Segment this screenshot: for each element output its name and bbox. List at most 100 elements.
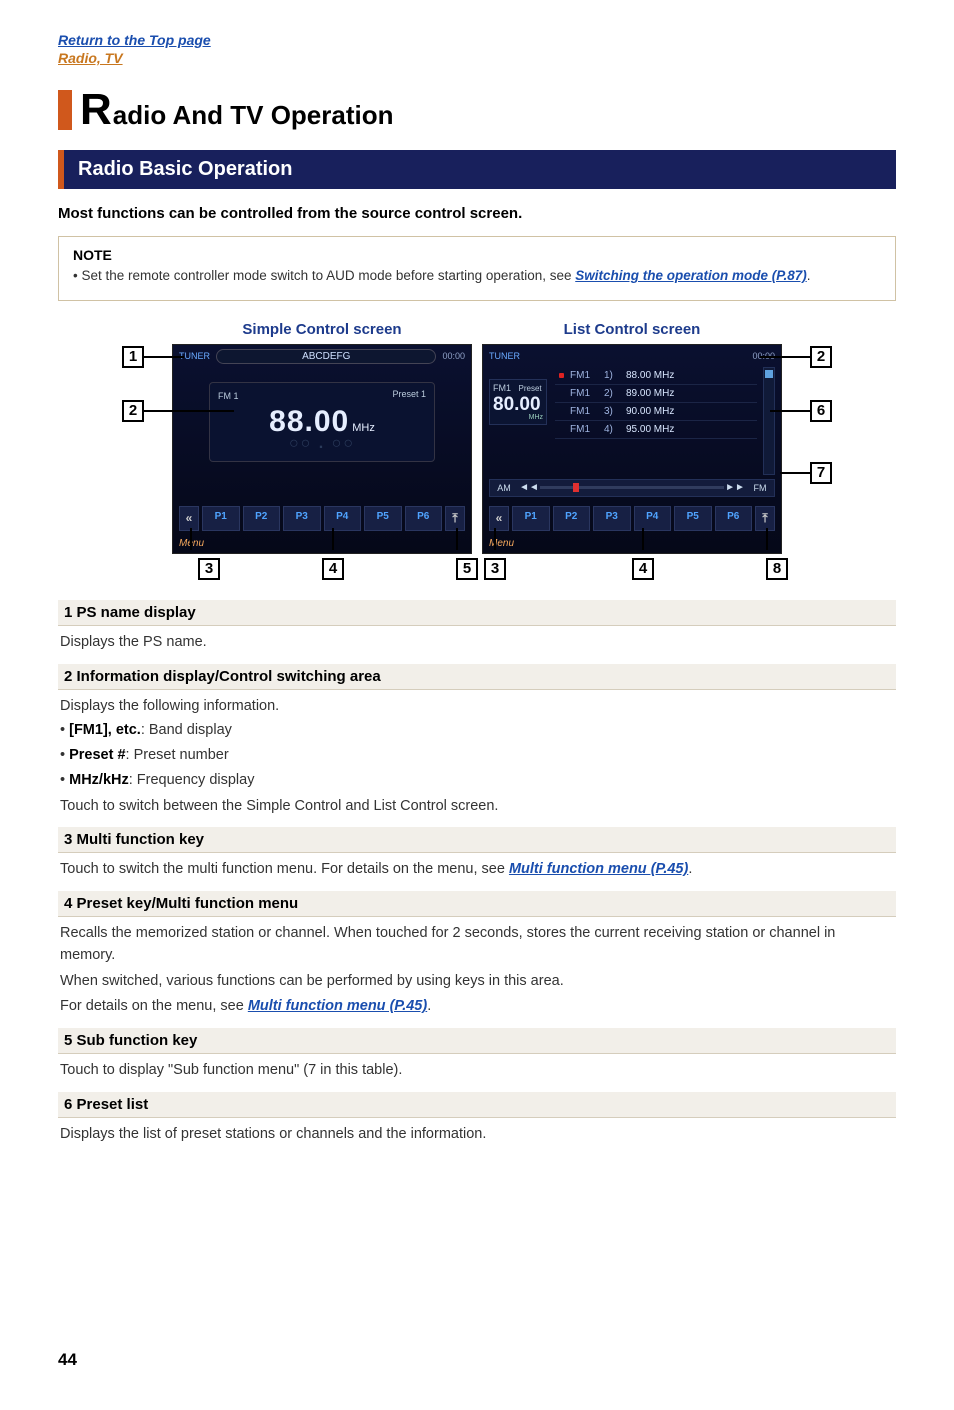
callout-line bbox=[642, 528, 644, 550]
multi-function-key-left[interactable]: « bbox=[179, 506, 199, 531]
title-accent-bar bbox=[58, 90, 72, 130]
preset-key[interactable]: P4 bbox=[324, 506, 362, 531]
list-item[interactable]: FM11)88.00 MHz bbox=[555, 367, 757, 385]
seek-prev-icon[interactable]: ◄◄ bbox=[518, 482, 540, 493]
slider-knob[interactable] bbox=[573, 483, 579, 492]
freq-small: 80.00 bbox=[493, 395, 543, 414]
i2-line1: Displays the following information. bbox=[60, 696, 894, 718]
preset-key[interactable]: P1 bbox=[512, 506, 550, 531]
item-head-4: 4 Preset key/Multi function menu bbox=[58, 891, 896, 917]
item-body-4: Recalls the memorized station or channel… bbox=[58, 917, 896, 1022]
note-link[interactable]: Switching the operation mode (P.87) bbox=[575, 268, 807, 283]
i4-line1: Recalls the memorized station or channel… bbox=[60, 923, 894, 967]
clock: 00:00 bbox=[442, 351, 465, 361]
page-title: R adio And TV Operation bbox=[58, 88, 896, 132]
callout-2a: 2 bbox=[122, 400, 144, 422]
callout-line bbox=[494, 528, 496, 550]
sub-function-key[interactable]: ⤒ bbox=[755, 506, 775, 531]
scrollbar[interactable] bbox=[763, 367, 775, 475]
info-small-panel[interactable]: FM1 Preset 80.00 MHz bbox=[489, 379, 547, 425]
item-body-2: Displays the following information. • [F… bbox=[58, 690, 896, 822]
simple-topbar: TUNER ABCDEFG 00:00 bbox=[173, 345, 471, 368]
preset-key[interactable]: P5 bbox=[674, 506, 712, 531]
i2-line2: Touch to switch between the Simple Contr… bbox=[60, 796, 894, 818]
preset-key[interactable]: P5 bbox=[364, 506, 402, 531]
list-item[interactable]: FM14)95.00 MHz bbox=[555, 421, 757, 439]
section-header: Radio Basic Operation bbox=[58, 150, 896, 189]
active-dot-icon bbox=[559, 373, 564, 378]
callout-7: 7 bbox=[810, 462, 832, 484]
menu-button[interactable]: Menu bbox=[489, 538, 514, 549]
item-body-5: Touch to display "Sub function menu" (7 … bbox=[58, 1054, 896, 1086]
note-title: NOTE bbox=[73, 247, 881, 263]
list-screen: TUNER ABCDEFG 00:00 FM1 Preset 80.00 MHz… bbox=[482, 344, 782, 554]
callout-8: 8 bbox=[766, 558, 788, 580]
i2-bullet-1: • [FM1], etc.: Band display bbox=[60, 720, 894, 742]
preset-key[interactable]: P3 bbox=[283, 506, 321, 531]
info-panel[interactable]: FM 1 Preset 1 88.00 MHz ○○ . ○○ bbox=[209, 382, 435, 462]
am-button[interactable]: AM bbox=[490, 483, 518, 493]
i3-link[interactable]: Multi function menu (P.45) bbox=[509, 861, 688, 877]
callout-3a: 3 bbox=[198, 558, 220, 580]
item-head-6: 6 Preset list bbox=[58, 1092, 896, 1118]
preset-list: FM11)88.00 MHz FM12)89.00 MHz FM13)90.00… bbox=[555, 367, 757, 439]
preset-key[interactable]: P2 bbox=[243, 506, 281, 531]
callout-line bbox=[766, 528, 768, 550]
item-head-3: 3 Multi function key bbox=[58, 827, 896, 853]
list-screen-wrap: 2 6 7 TUNER ABCDEFG 00:00 FM1 Preset 80.… bbox=[482, 344, 782, 554]
i3-text: Touch to switch the multi function menu.… bbox=[60, 861, 509, 877]
multi-function-key-left[interactable]: « bbox=[489, 506, 509, 531]
note-body: • Set the remote controller mode switch … bbox=[73, 267, 881, 286]
band-small: FM1 Preset bbox=[493, 383, 543, 393]
callout-line bbox=[760, 356, 810, 358]
item-body-3: Touch to switch the multi function menu.… bbox=[58, 853, 896, 885]
list-item[interactable]: FM13)90.00 MHz bbox=[555, 403, 757, 421]
preset-key[interactable]: P4 bbox=[634, 506, 672, 531]
callout-line bbox=[144, 410, 234, 412]
note-text: • Set the remote controller mode switch … bbox=[73, 268, 575, 283]
list-topbar: TUNER ABCDEFG 00:00 bbox=[483, 345, 781, 368]
item-body-6: Displays the list of preset stations or … bbox=[58, 1118, 896, 1150]
frequency-value: 88.00 bbox=[269, 405, 349, 439]
preset-key[interactable]: P6 bbox=[715, 506, 753, 531]
preset-key[interactable]: P3 bbox=[593, 506, 631, 531]
callout-4b: 4 bbox=[632, 558, 654, 580]
tune-slider[interactable] bbox=[540, 486, 724, 489]
intro-line: Most functions can be controlled from th… bbox=[58, 205, 896, 222]
return-link[interactable]: Return to the Top page bbox=[58, 32, 896, 48]
simple-screen-label: Simple Control screen bbox=[242, 321, 401, 338]
screens-row: Simple Control screen 1 2 TUNER ABCDEFG … bbox=[58, 321, 896, 554]
simple-screen-col: Simple Control screen 1 2 TUNER ABCDEFG … bbox=[172, 321, 472, 554]
note-box: NOTE • Set the remote controller mode sw… bbox=[58, 236, 896, 301]
i4-line2: When switched, various functions can be … bbox=[60, 971, 894, 993]
preset-key[interactable]: P1 bbox=[202, 506, 240, 531]
ps-name-display: ABCDEFG bbox=[216, 349, 436, 364]
callout-4a: 4 bbox=[322, 558, 344, 580]
preset-key-row: « P1 P2 P3 P4 P5 P6 ⤒ bbox=[179, 506, 465, 531]
seek-next-icon[interactable]: ►► bbox=[724, 482, 746, 493]
sub-function-key[interactable]: ⤒ bbox=[445, 506, 465, 531]
simple-screen: TUNER ABCDEFG 00:00 FM 1 Preset 1 88.00 … bbox=[172, 344, 472, 554]
title-dropcap: R bbox=[80, 88, 112, 132]
list-screen-label: List Control screen bbox=[564, 321, 701, 338]
i4-line3: For details on the menu, see Multi funct… bbox=[60, 996, 894, 1018]
page-number: 44 bbox=[58, 1350, 896, 1370]
preset-key[interactable]: P6 bbox=[405, 506, 443, 531]
i4-link[interactable]: Multi function menu (P.45) bbox=[248, 998, 427, 1014]
preset-key[interactable]: P2 bbox=[553, 506, 591, 531]
breadcrumb[interactable]: Radio, TV bbox=[58, 50, 896, 66]
tuner-label: TUNER bbox=[489, 351, 520, 361]
callout-line bbox=[780, 472, 810, 474]
callout-line bbox=[190, 528, 192, 550]
preset-label: Preset 1 bbox=[392, 389, 426, 399]
fm-button[interactable]: FM bbox=[746, 483, 774, 493]
item-head-5: 5 Sub function key bbox=[58, 1028, 896, 1054]
preset-key-row: « P1 P2 P3 P4 P5 P6 ⤒ bbox=[489, 506, 775, 531]
scrollbar-thumb[interactable] bbox=[765, 370, 773, 378]
callout-6: 6 bbox=[810, 400, 832, 422]
frequency-unit: MHz bbox=[352, 422, 375, 434]
list-item[interactable]: FM12)89.00 MHz bbox=[555, 385, 757, 403]
note-suffix: . bbox=[807, 268, 811, 283]
list-screen-col: List Control screen 2 6 7 TUNER ABCDEFG … bbox=[482, 321, 782, 554]
item-body-1: Displays the PS name. bbox=[58, 626, 896, 658]
